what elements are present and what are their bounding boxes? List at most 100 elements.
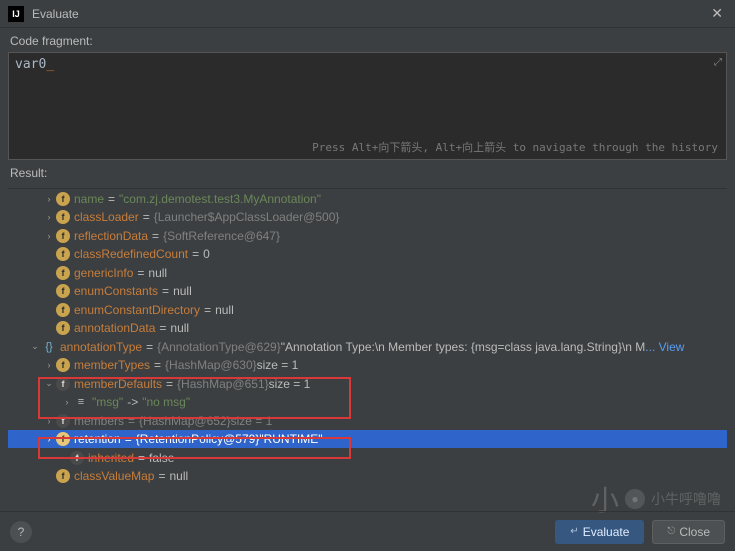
tree-row[interactable]: f enumConstants = null — [8, 282, 727, 301]
field-name: inherited — [88, 451, 134, 465]
equals: = — [125, 432, 132, 446]
value: size = 1 — [257, 358, 299, 372]
field-icon: f — [56, 432, 70, 446]
result-tree[interactable]: ›fname="com.zj.demotest.test3.MyAnnotati… — [8, 188, 727, 484]
field-icon: f — [56, 192, 70, 206]
view-link[interactable]: ... View — [645, 340, 684, 354]
equals: = — [137, 266, 144, 280]
value-type: {Launcher$AppClassLoader@500} — [154, 210, 340, 224]
field-name: classRedefinedCount — [74, 247, 188, 261]
field-name: enumConstantDirectory — [74, 303, 200, 317]
value: "no msg" — [142, 395, 190, 409]
field-name: name — [74, 192, 104, 206]
chevron-right-icon[interactable]: › — [60, 397, 74, 407]
field-name: memberTypes — [74, 358, 150, 372]
value: null — [170, 321, 189, 335]
value: null — [170, 469, 189, 483]
equals: = — [192, 247, 199, 261]
tree-row[interactable]: ›≡"msg"->"no msg" — [8, 393, 727, 412]
equals: = — [204, 303, 211, 317]
field-name: classValueMap — [74, 469, 154, 483]
tree-row[interactable]: ›fname = "com.zj.demotest.test3.MyAnnotati… — [8, 189, 727, 208]
equals: = — [146, 340, 153, 354]
tree-row[interactable]: ›f retention = {RetentionPolicy@579} "RUNTI… — [8, 430, 727, 449]
field-icon: f — [56, 377, 70, 391]
window-title: Evaluate — [32, 7, 707, 21]
tree-row[interactable]: fclassValueMap=null — [8, 467, 727, 485]
value: null — [173, 284, 192, 298]
field-icon: f — [56, 284, 70, 298]
object-icon: {} — [42, 340, 56, 354]
tree-row[interactable]: f enumConstantDirectory = null — [8, 300, 727, 319]
chevron-right-icon[interactable]: › — [42, 434, 56, 444]
field-name: annotationData — [74, 321, 155, 335]
tree-row[interactable]: fgenericInfo=null — [8, 263, 727, 282]
chevron-down-icon[interactable]: ⌄ — [42, 378, 56, 389]
chevron-right-icon[interactable]: › — [42, 194, 56, 204]
field-icon: f — [56, 266, 70, 280]
value: "com.zj.demotest.test3.MyAnnotation" — [119, 192, 321, 206]
tree-row[interactable]: ›fmemberTypes={HashMap@630} size = 1 — [8, 356, 727, 375]
tree-row[interactable]: f classRedefinedCount = 0 — [8, 245, 727, 264]
field-icon: f — [56, 247, 70, 261]
field-name: annotationType — [60, 340, 142, 354]
expand-icon[interactable]: ⤢ — [714, 57, 722, 68]
chevron-right-icon[interactable]: › — [42, 416, 56, 426]
equals: = — [138, 451, 145, 465]
tree-row[interactable]: ›fmembers={HashMap@652} size = 1 — [8, 411, 727, 430]
field-name: reflectionData — [74, 229, 148, 243]
field-name: enumConstants — [74, 284, 158, 298]
code-content: var0 — [15, 57, 46, 72]
equals: = — [154, 358, 161, 372]
field-icon: f — [56, 229, 70, 243]
history-hint: Press Alt+向下箭头, Alt+向上箭头 to navigate thr… — [312, 139, 718, 155]
chevron-right-icon[interactable]: › — [42, 212, 56, 222]
equals: = — [128, 414, 135, 428]
tree-row[interactable]: ⌄{} annotationType = {AnnotationType@629} "… — [8, 337, 727, 356]
field-name: classLoader — [74, 210, 139, 224]
value: "Annotation Type:\n Member types: {msg=c… — [281, 340, 646, 354]
equals: = — [143, 210, 150, 224]
equals: -> — [127, 395, 138, 409]
equals: = — [162, 284, 169, 298]
value-type: {SoftReference@647} — [163, 229, 280, 243]
value-type: {RetentionPolicy@579} — [136, 432, 260, 446]
field-name: genericInfo — [74, 266, 133, 280]
chevron-down-icon[interactable]: ⌄ — [28, 341, 42, 352]
field-icon: f — [56, 321, 70, 335]
field-icon: f — [56, 303, 70, 317]
field-icon: f — [56, 414, 70, 428]
tree-row[interactable]: ›f reflectionData = {SoftReference@647} — [8, 226, 727, 245]
code-fragment-label: Code fragment: — [0, 28, 735, 52]
equals: = — [166, 377, 173, 391]
tree-row[interactable]: finherited=false — [8, 448, 727, 467]
equals: = — [152, 229, 159, 243]
tree-row[interactable]: ›fclassLoader={Launcher$AppClassLoader@5… — [8, 208, 727, 227]
code-fragment-editor[interactable]: var0_ ⤢ Press Alt+向下箭头, Alt+向上箭头 to navi… — [8, 52, 727, 160]
field-name: retention — [74, 432, 121, 446]
value: false — [149, 451, 174, 465]
value-type: {AnnotationType@629} — [157, 340, 281, 354]
chevron-right-icon[interactable]: › — [42, 231, 56, 241]
value: 0 — [203, 247, 210, 261]
tree-row[interactable]: ⌄fmemberDefaults={HashMap@651} size = 1 — [8, 374, 727, 393]
value-type: {HashMap@630} — [165, 358, 257, 372]
value-type: {HashMap@652} — [139, 414, 231, 428]
footer: ? ↵ Evaluate ⎋ Close — [0, 511, 735, 551]
equals: = — [108, 192, 115, 206]
value: "RUNTIME" — [259, 432, 322, 446]
map-entry-icon: ≡ — [74, 395, 88, 409]
chevron-right-icon[interactable]: › — [42, 360, 56, 370]
value: null — [215, 303, 234, 317]
value: size = 1 — [269, 377, 311, 391]
close-icon[interactable]: ✕ — [707, 5, 727, 22]
result-label: Result: — [0, 160, 735, 184]
equals: = — [158, 469, 165, 483]
tree-row[interactable]: f annotationData = null — [8, 319, 727, 338]
close-button[interactable]: ⎋ Close — [652, 520, 725, 544]
help-button[interactable]: ? — [10, 521, 32, 543]
evaluate-button[interactable]: ↵ Evaluate — [555, 520, 644, 544]
value-type: {HashMap@651} — [177, 377, 269, 391]
titlebar: IJ Evaluate ✕ — [0, 0, 735, 28]
equals: = — [159, 321, 166, 335]
